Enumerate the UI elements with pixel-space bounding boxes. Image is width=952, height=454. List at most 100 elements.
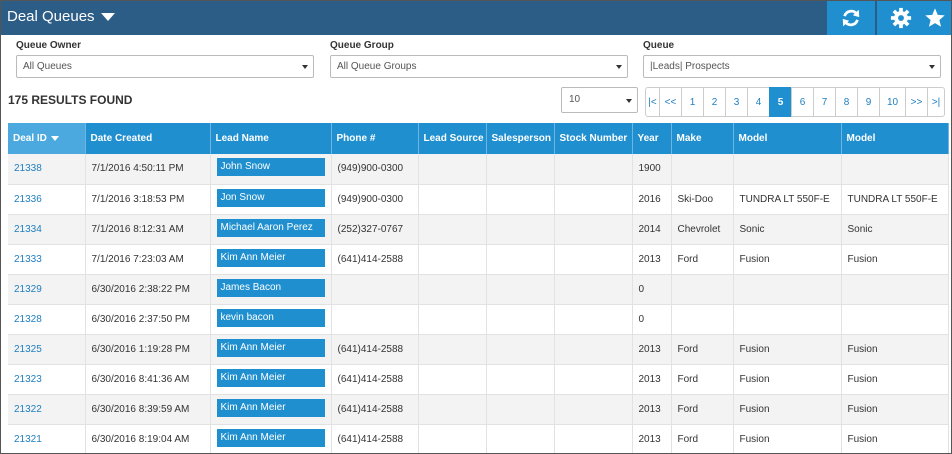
column-header-model[interactable]: Model	[733, 123, 842, 154]
deal-id-link[interactable]: 21321	[14, 434, 42, 445]
page-5-button-active[interactable]: 5	[769, 87, 792, 117]
stock-number-cell	[554, 334, 633, 365]
lead-name-button[interactable]: Kim Ann Meier	[216, 338, 325, 357]
deals-table: Deal ID Date Created Lead Name Phone # L…	[8, 123, 949, 453]
page-prev-button[interactable]: <<	[659, 87, 682, 117]
deal-id-link[interactable]: 21322	[14, 404, 42, 415]
column-header-make[interactable]: Make	[671, 123, 734, 154]
year-cell: 0	[632, 304, 672, 335]
deal-id-link[interactable]: 21329	[14, 284, 42, 295]
column-header-lead-name[interactable]: Lead Name	[210, 123, 332, 154]
salesperson-cell	[486, 304, 555, 335]
column-header-year[interactable]: Year	[632, 123, 672, 154]
model-cell: Fusion	[733, 334, 842, 365]
phone-cell: (252)327-0767	[331, 214, 419, 245]
deal-id-link[interactable]: 21323	[14, 374, 42, 385]
salesperson-cell	[486, 214, 555, 245]
deal-id-link[interactable]: 21334	[14, 224, 42, 235]
stock-number-cell	[554, 274, 633, 305]
model-2-cell: Sonic	[841, 214, 949, 245]
table-row: 21334 7/1/2016 8:12:31 AM Michael Aaron …	[8, 214, 949, 245]
date-created-cell: 6/30/2016 1:19:28 PM	[85, 334, 211, 365]
favorites-button[interactable]	[917, 1, 951, 35]
page-7-button[interactable]: 7	[813, 87, 836, 117]
sort-desc-icon	[50, 135, 59, 141]
deal-id-link[interactable]: 21325	[14, 344, 42, 355]
make-cell	[671, 304, 734, 335]
lead-source-cell	[418, 274, 487, 305]
queue-owner-select[interactable]: All Queues	[16, 55, 314, 78]
lead-name-button[interactable]: Michael Aaron Perez	[216, 218, 325, 237]
salesperson-cell	[486, 364, 555, 395]
column-header-stock-number[interactable]: Stock Number	[554, 123, 633, 154]
table-header-row: Deal ID Date Created Lead Name Phone # L…	[8, 123, 949, 154]
phone-cell: (641)414-2588	[331, 334, 419, 365]
lead-source-cell	[418, 334, 487, 365]
page-3-button[interactable]: 3	[725, 87, 748, 117]
make-cell	[671, 274, 734, 305]
lead-source-cell	[418, 214, 487, 245]
table-row: 21325 6/30/2016 1:19:28 PM Kim Ann Meier…	[8, 334, 949, 365]
deal-id-link[interactable]: 21336	[14, 194, 42, 205]
make-cell	[671, 154, 734, 185]
gear-icon	[890, 7, 912, 29]
refresh-button[interactable]	[827, 1, 875, 35]
queue-title-dropdown[interactable]: Deal Queues	[7, 8, 115, 25]
page-10-button[interactable]: 10	[879, 87, 906, 117]
model-2-cell: Fusion	[841, 244, 949, 275]
deal-id-link[interactable]: 21338	[14, 163, 42, 174]
model-cell	[733, 304, 842, 335]
page-last-button[interactable]: >|	[927, 87, 945, 117]
page-9-button[interactable]: 9	[857, 87, 880, 117]
page-6-button[interactable]: 6	[791, 87, 814, 117]
page-4-button[interactable]: 4	[747, 87, 770, 117]
deal-id-link[interactable]: 21328	[14, 314, 42, 325]
header-bar: Deal Queues	[1, 1, 951, 35]
queue-group-select[interactable]: All Queue Groups	[330, 55, 628, 78]
column-header-phone[interactable]: Phone #	[331, 123, 419, 154]
make-cell: Ford	[671, 424, 734, 453]
queue-value: |Leads| Prospects	[650, 61, 730, 72]
lead-name-button[interactable]: Kim Ann Meier	[216, 248, 325, 267]
deal-id-link[interactable]: 21333	[14, 254, 42, 265]
model-2-cell	[841, 154, 949, 185]
page-8-button[interactable]: 8	[835, 87, 858, 117]
lead-source-cell	[418, 184, 487, 215]
lead-name-button[interactable]: Kim Ann Meier	[216, 398, 325, 417]
lead-name-button[interactable]: John Snow	[216, 158, 325, 177]
phone-cell	[331, 274, 419, 305]
salesperson-cell	[486, 274, 555, 305]
lead-name-button[interactable]: Kim Ann Meier	[216, 428, 325, 447]
page-size-select[interactable]: 10	[561, 87, 638, 113]
phone-cell: (641)414-2588	[331, 364, 419, 395]
column-header-model-2[interactable]: Model	[841, 123, 949, 154]
table-row: 21338 7/1/2016 4:50:11 PM John Snow (949…	[8, 154, 949, 185]
page-first-button[interactable]: |<	[645, 87, 660, 117]
chevron-down-icon	[929, 65, 935, 69]
model-cell: Fusion	[733, 394, 842, 425]
page-2-button[interactable]: 2	[703, 87, 726, 117]
column-header-deal-id[interactable]: Deal ID	[8, 123, 86, 154]
page-next-button[interactable]: >>	[905, 87, 928, 117]
page-1-button[interactable]: 1	[681, 87, 704, 117]
lead-name-button[interactable]: Kim Ann Meier	[216, 368, 325, 387]
year-cell: 2013	[632, 394, 672, 425]
date-created-cell: 6/30/2016 8:39:59 AM	[85, 394, 211, 425]
date-created-cell: 6/30/2016 2:37:50 PM	[85, 304, 211, 335]
lead-name-button[interactable]: Jon Snow	[216, 188, 325, 207]
stock-number-cell	[554, 424, 633, 453]
column-header-date-created[interactable]: Date Created	[85, 123, 211, 154]
year-cell: 2013	[632, 364, 672, 395]
table-row: 21336 7/1/2016 3:18:53 PM Jon Snow (949)…	[8, 184, 949, 215]
salesperson-cell	[486, 184, 555, 215]
salesperson-cell	[486, 334, 555, 365]
column-header-salesperson[interactable]: Salesperson	[486, 123, 555, 154]
lead-name-button[interactable]: James Bacon	[216, 278, 325, 297]
table-row: 21328 6/30/2016 2:37:50 PM kevin bacon 0	[8, 304, 949, 335]
salesperson-cell	[486, 244, 555, 275]
queue-group-label: Queue Group	[330, 40, 394, 51]
lead-name-button[interactable]: kevin bacon	[216, 308, 325, 327]
column-header-lead-source[interactable]: Lead Source	[418, 123, 487, 154]
queue-select[interactable]: |Leads| Prospects	[643, 55, 941, 78]
year-cell: 1900	[632, 154, 672, 185]
